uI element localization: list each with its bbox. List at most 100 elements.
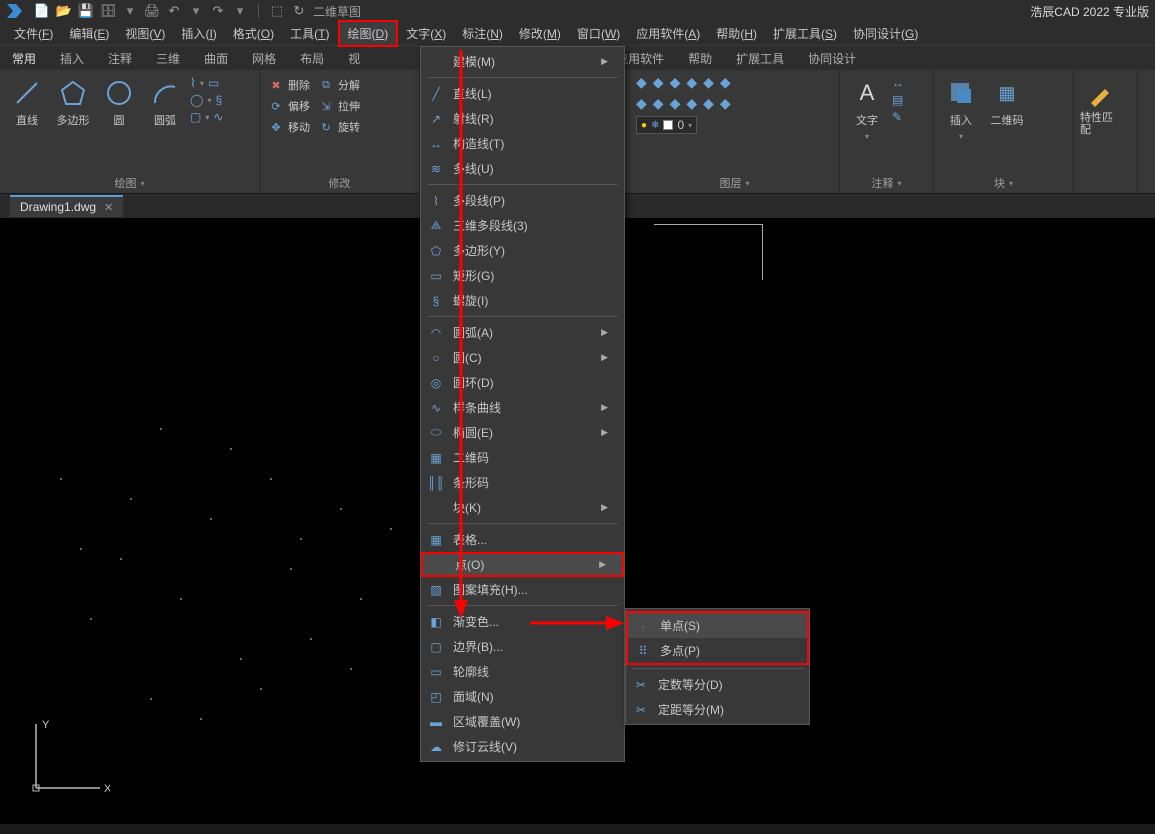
tab-help[interactable]: 帮助: [682, 48, 718, 69]
menu-boundary[interactable]: ▢边界(B)...: [421, 634, 624, 659]
menu-wipeout[interactable]: ▬区域覆盖(W): [421, 709, 624, 734]
layer-ic3-icon[interactable]: ◆: [670, 74, 681, 91]
menu-help[interactable]: 帮助(H): [708, 22, 765, 45]
tab-view[interactable]: 视: [342, 48, 366, 69]
tool-polygon[interactable]: 多边形: [52, 74, 94, 128]
menu-tools[interactable]: 工具(T): [282, 22, 337, 45]
layer-ic12-icon[interactable]: ◆: [720, 95, 731, 112]
tool-rotate[interactable]: ↻旋转: [316, 118, 362, 136]
tab-collab[interactable]: 协同设计: [802, 48, 862, 69]
layer-ic7-icon[interactable]: ◆: [636, 95, 647, 112]
menu-arc[interactable]: ◠圆弧(A)▶: [421, 320, 624, 345]
tool-text[interactable]: A文字▾: [846, 74, 888, 141]
menu-collab[interactable]: 协同设计(G): [845, 22, 926, 45]
layer-ic4-icon[interactable]: ◆: [686, 74, 697, 91]
layer-ic6-icon[interactable]: ◆: [720, 74, 731, 91]
tool-circle[interactable]: 圆: [98, 74, 140, 128]
menu-ext[interactable]: 扩展工具(S): [765, 22, 845, 45]
helix-icon[interactable]: §: [215, 93, 222, 107]
close-icon[interactable]: ✕: [104, 201, 113, 214]
menu-donut[interactable]: ◎圆环(D): [421, 370, 624, 395]
tab-icon[interactable]: ▤: [892, 93, 904, 107]
menu-circle[interactable]: ○圆(C)▶: [421, 345, 624, 370]
menu-dim[interactable]: 标注(N): [454, 22, 511, 45]
tab-mesh[interactable]: 网格: [246, 48, 282, 69]
rect-icon[interactable]: ▭: [208, 76, 219, 90]
new-file-icon[interactable]: 📄: [34, 3, 50, 19]
dim-icon[interactable]: ↔: [892, 76, 904, 90]
menu-view[interactable]: 视图(V): [117, 22, 173, 45]
menu-format[interactable]: 格式(O): [225, 22, 282, 45]
menu-divide[interactable]: ✂定数等分(D): [626, 672, 809, 697]
menu-line[interactable]: ╱直线(L): [421, 81, 624, 106]
menu-xline[interactable]: ↔构造线(T): [421, 131, 624, 156]
menu-revcloud[interactable]: ☁修订云线(V): [421, 734, 624, 759]
tool-explode[interactable]: ⧉分解: [316, 76, 362, 94]
tab-insert[interactable]: 插入: [54, 48, 90, 69]
tool-qrcode[interactable]: ▦二维码: [986, 74, 1028, 128]
tool-stretch[interactable]: ⇲拉伸: [316, 97, 362, 115]
save-as-icon[interactable]: 🗄: [100, 3, 116, 19]
menu-multi-point[interactable]: ⠿多点(P): [628, 638, 807, 663]
tool-offset[interactable]: ⟳偏移: [266, 97, 312, 115]
menu-edit[interactable]: 编辑(E): [61, 22, 117, 45]
menu-measure[interactable]: ✂定距等分(M): [626, 697, 809, 722]
menu-polygon[interactable]: ⬠多边形(Y): [421, 238, 624, 263]
tab-ext[interactable]: 扩展工具: [730, 48, 790, 69]
menu-pline[interactable]: ⌇多段线(P): [421, 188, 624, 213]
tab-3d[interactable]: 三维: [150, 48, 186, 69]
layer-ic5-icon[interactable]: ◆: [703, 74, 714, 91]
menu-point[interactable]: 点(O)▶: [421, 552, 624, 577]
print-icon[interactable]: 🖨: [144, 3, 160, 19]
menu-insert[interactable]: 插入(I): [173, 22, 224, 45]
region-icon[interactable]: ▢: [190, 110, 201, 124]
menu-spiral[interactable]: §螺旋(I): [421, 288, 624, 313]
layer-ic11-icon[interactable]: ◆: [703, 95, 714, 112]
tool-line[interactable]: 直线: [6, 74, 48, 128]
workspace-label[interactable]: 二维草图: [313, 3, 361, 20]
layer-ic10-icon[interactable]: ◆: [686, 95, 697, 112]
tool-arc[interactable]: 圆弧: [144, 74, 186, 128]
tool-delete[interactable]: ✖删除: [266, 76, 312, 94]
menu-draw[interactable]: 绘图(D): [338, 20, 399, 47]
menu-table[interactable]: ▦表格...: [421, 527, 624, 552]
spline-icon[interactable]: ∿: [213, 110, 223, 124]
menu-modeling[interactable]: 建模(M)▶: [421, 49, 624, 74]
menu-region[interactable]: ◰面域(N): [421, 684, 624, 709]
menu-apps[interactable]: 应用软件(A): [628, 22, 708, 45]
menu-mline[interactable]: ≋多线(U): [421, 156, 624, 181]
sync-icon[interactable]: ↻: [291, 3, 307, 19]
open-file-icon[interactable]: 📂: [56, 3, 72, 19]
tab-surface[interactable]: 曲面: [198, 48, 234, 69]
menu-spline[interactable]: ∿样条曲线▶: [421, 395, 624, 420]
menu-outline[interactable]: ▭轮廓线: [421, 659, 624, 684]
redo-icon[interactable]: ↷: [210, 3, 226, 19]
menu-barcode[interactable]: ║║条形码: [421, 470, 624, 495]
menu-ellipse[interactable]: ⬭椭圆(E)▶: [421, 420, 624, 445]
tab-layout[interactable]: 布局: [294, 48, 330, 69]
tool-matchprops[interactable]: 特性匹配: [1080, 74, 1122, 136]
tool-move[interactable]: ✥移动: [266, 118, 312, 136]
ellipse-icon[interactable]: ◯: [190, 93, 203, 107]
menu-hatch[interactable]: ▨图案填充(H)...: [421, 577, 624, 602]
menu-file[interactable]: 文件(F): [6, 22, 61, 45]
menu-single-point[interactable]: ·单点(S): [628, 613, 807, 638]
layer-ic2-icon[interactable]: ◆: [653, 74, 664, 91]
tab-home[interactable]: 常用: [6, 48, 42, 69]
menu-modify[interactable]: 修改(M): [511, 22, 569, 45]
menu-3dpoly[interactable]: ⟁三维多段线(3): [421, 213, 624, 238]
menu-rect[interactable]: ▭矩形(G): [421, 263, 624, 288]
note-icon[interactable]: ✎: [892, 110, 904, 124]
qat-dropdown-icon[interactable]: ▾: [122, 3, 138, 19]
menu-window[interactable]: 窗口(W): [569, 22, 628, 45]
layer-ic9-icon[interactable]: ◆: [670, 95, 681, 112]
tool-insert-block[interactable]: 插入▾: [940, 74, 982, 141]
document-tab[interactable]: Drawing1.dwg ✕: [10, 195, 123, 217]
layer-ic8-icon[interactable]: ◆: [653, 95, 664, 112]
undo-icon[interactable]: ↶: [166, 3, 182, 19]
tab-annotate[interactable]: 注释: [102, 48, 138, 69]
layer-ic1-icon[interactable]: ◆: [636, 74, 647, 91]
redo-drop-icon[interactable]: ▾: [232, 3, 248, 19]
menu-ray[interactable]: ↗射线(R): [421, 106, 624, 131]
menu-block[interactable]: 块(K)▶: [421, 495, 624, 520]
